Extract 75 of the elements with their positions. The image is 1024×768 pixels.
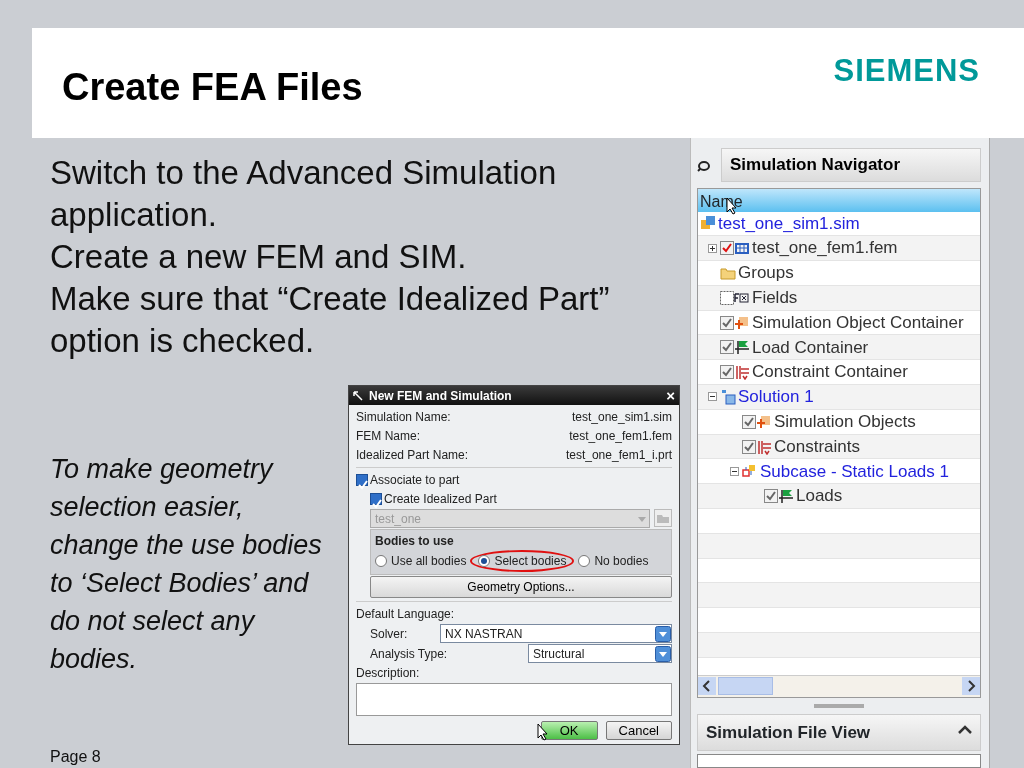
radio-option[interactable]: Select bodies — [470, 550, 575, 572]
field-label: Solver: — [370, 625, 409, 643]
tree-item[interactable]: Loads — [698, 484, 980, 510]
dialog-title: New FEM and Simulation — [369, 387, 512, 405]
slide-title: Create FEA Files — [62, 65, 363, 110]
radio-option[interactable]: Use all bodies — [375, 552, 467, 570]
field-value: test_one_fem1_i.prt — [565, 447, 672, 464]
cube-icon — [756, 413, 772, 430]
panel-title: Simulation File View — [705, 721, 872, 744]
field-label: Analysis Type: — [370, 645, 449, 663]
pin-icon — [353, 390, 363, 401]
section-label: Description: — [356, 665, 421, 682]
checkbox[interactable] — [720, 340, 734, 355]
close-button[interactable]: × — [666, 388, 675, 403]
field-value: test_one_sim1.sim — [571, 409, 672, 426]
cube-icon — [734, 314, 750, 331]
group-title: Bodies to use — [375, 533, 455, 550]
cursor-icon — [537, 723, 549, 741]
field-value: test_one_fem1.fem — [569, 428, 672, 445]
checkbox[interactable] — [370, 493, 382, 505]
expand-icon[interactable] — [708, 243, 717, 253]
checkbox[interactable] — [720, 241, 734, 256]
splitter-handle[interactable] — [814, 703, 864, 708]
checkbox-label: Create Idealized Part — [384, 491, 497, 508]
note-text: To make geometry selection easier, change the use bodies to ‘Select Bodies’ and do not select any bodies. — [50, 453, 323, 676]
field-label: Simulation Name: — [356, 409, 451, 426]
scroll-left-icon[interactable] — [698, 677, 716, 695]
section-label: Default Language: — [356, 606, 456, 623]
scrollbar-thumb[interactable] — [718, 677, 773, 695]
folder-icon — [720, 265, 736, 281]
bullet-text: Create a new FEM and SIM. — [50, 237, 468, 277]
mesh-icon — [734, 240, 750, 257]
tree-item[interactable]: Load Container — [698, 335, 980, 361]
checkbox[interactable] — [356, 474, 368, 486]
analysis-type-dropdown[interactable]: Structural — [528, 644, 672, 663]
cancel-button[interactable]: Cancel — [605, 721, 672, 740]
constraint-icon — [756, 438, 772, 455]
tree-item[interactable]: Solution 1 — [698, 385, 980, 410]
tree-item[interactable]: Fields — [698, 285, 980, 311]
tree-item[interactable]: Simulation Objects — [698, 409, 980, 435]
navigator-tab[interactable]: Simulation Navigator — [721, 148, 981, 182]
checkbox-label: Associate to part — [370, 472, 460, 489]
constraint-icon — [734, 364, 750, 381]
field-label: FEM Name: — [356, 428, 420, 445]
checkbox[interactable] — [720, 365, 734, 380]
description-field[interactable] — [356, 683, 672, 716]
radio-button[interactable] — [375, 555, 387, 567]
tree-item[interactable]: Constraints — [698, 434, 980, 460]
horizontal-scrollbar[interactable] — [698, 674, 980, 697]
solution-icon — [720, 388, 736, 405]
ok-button[interactable]: OK — [540, 721, 598, 740]
radio-button[interactable] — [478, 555, 491, 567]
collapse-icon[interactable] — [730, 466, 739, 476]
logo: SIEMENS — [833, 52, 980, 90]
subcase-icon — [742, 463, 758, 480]
solver-dropdown[interactable]: NX NASTRAN — [440, 624, 672, 643]
tree-item[interactable]: test_one_fem1.fem — [698, 236, 980, 262]
flag-icon — [734, 339, 750, 356]
tree-item[interactable]: Groups — [698, 261, 980, 286]
bullet-text: Make sure that “Create Idealized Part” option is checked. — [50, 279, 611, 361]
collapse-icon[interactable] — [708, 392, 717, 402]
scroll-right-icon[interactable] — [962, 677, 980, 695]
flag-icon — [778, 488, 794, 505]
checkbox[interactable] — [720, 290, 734, 305]
checkbox[interactable] — [764, 489, 778, 504]
checkbox[interactable] — [742, 414, 756, 429]
radio-option[interactable]: No bodies — [578, 552, 649, 570]
checkbox[interactable] — [720, 315, 734, 330]
simulation-file-icon — [700, 215, 716, 232]
checkbox[interactable] — [742, 439, 756, 454]
page-number: Page 8 — [50, 747, 101, 767]
field-label: Idealized Part Name: — [356, 447, 469, 464]
radio-button[interactable] — [578, 555, 591, 567]
bullet-text: Switch to the Advanced Simulation application. — [50, 153, 558, 235]
geometry-options-button[interactable]: Geometry Options... — [370, 576, 672, 598]
